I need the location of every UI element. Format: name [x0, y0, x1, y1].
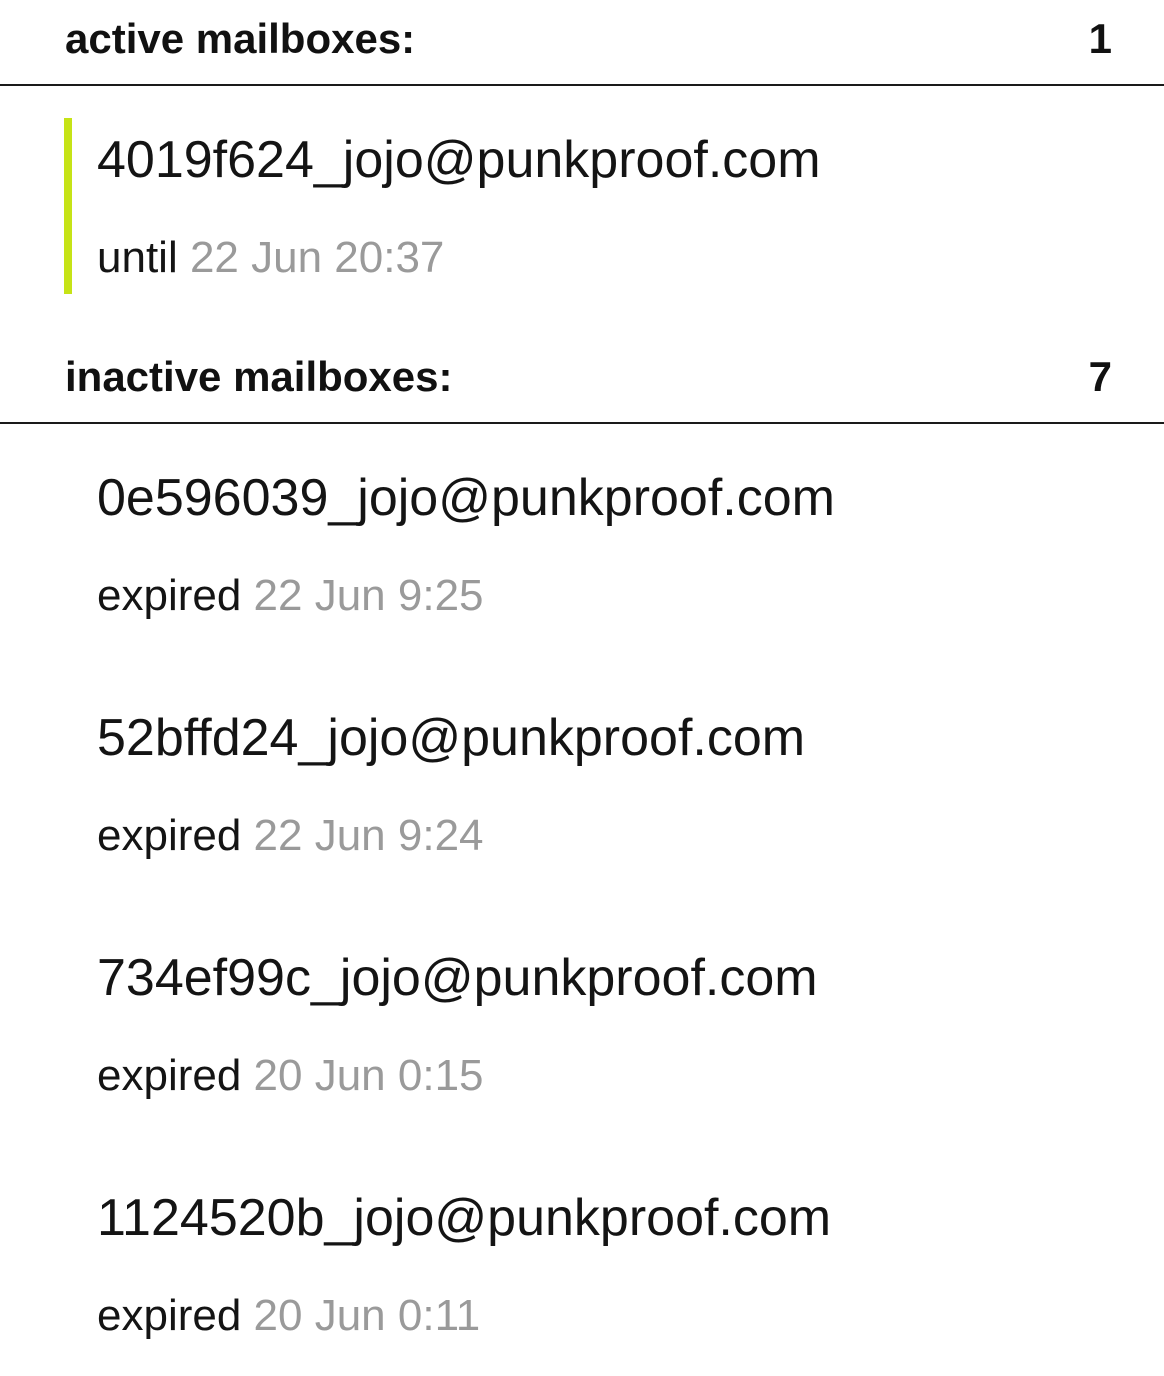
status-time: 22 Jun 20:37 [189, 233, 445, 282]
inactive-mailboxes-count: 7 [1088, 353, 1112, 400]
status-time: 20 Jun 0:15 [253, 1051, 484, 1100]
mailbox-address: 1124520b_jojo@punkproof.com [97, 1189, 832, 1247]
status-label: until [97, 233, 178, 282]
status-label: expired [97, 1051, 242, 1100]
inactive-mailbox-item[interactable]: 734ef99c_jojo@punkproof.com expired 20 J… [0, 936, 1164, 1136]
inactive-mailboxes-header: inactive mailboxes: 7 [0, 338, 1164, 424]
active-mailboxes-count: 1 [1088, 15, 1112, 62]
mailbox-address: 734ef99c_jojo@punkproof.com [97, 949, 818, 1007]
mailbox-status: until 22 Jun 20:37 [97, 232, 444, 284]
active-mailboxes-title: active mailboxes: [65, 15, 416, 62]
mailbox-address: 0e596039_jojo@punkproof.com [97, 469, 835, 527]
active-indicator-bar [64, 118, 72, 294]
inactive-mailbox-item[interactable]: 52bffd24_jojo@punkproof.com expired 22 J… [0, 696, 1164, 896]
mailbox-address: 4019f624_jojo@punkproof.com [97, 131, 821, 189]
inactive-mailbox-item[interactable]: 0e596039_jojo@punkproof.com expired 22 J… [0, 456, 1164, 656]
mailbox-address: 52bffd24_jojo@punkproof.com [97, 709, 806, 767]
status-time: 22 Jun 9:25 [253, 571, 484, 620]
status-time: 22 Jun 9:24 [253, 811, 484, 860]
status-label: expired [97, 571, 242, 620]
mailbox-status: expired 22 Jun 9:24 [97, 810, 484, 862]
status-label: expired [97, 1291, 242, 1340]
mailbox-status: expired 20 Jun 0:15 [97, 1050, 484, 1102]
active-mailbox-item[interactable]: 4019f624_jojo@punkproof.com until 22 Jun… [0, 118, 1164, 318]
inactive-mailboxes-title: inactive mailboxes: [65, 353, 453, 400]
status-label: expired [97, 811, 242, 860]
status-time: 20 Jun 0:11 [253, 1291, 481, 1340]
mailbox-status: expired 22 Jun 9:25 [97, 570, 484, 622]
inactive-mailbox-item[interactable]: 1124520b_jojo@punkproof.com expired 20 J… [0, 1176, 1164, 1376]
mailbox-status: expired 20 Jun 0:11 [97, 1290, 480, 1342]
active-mailboxes-header: active mailboxes: 1 [0, 0, 1164, 86]
